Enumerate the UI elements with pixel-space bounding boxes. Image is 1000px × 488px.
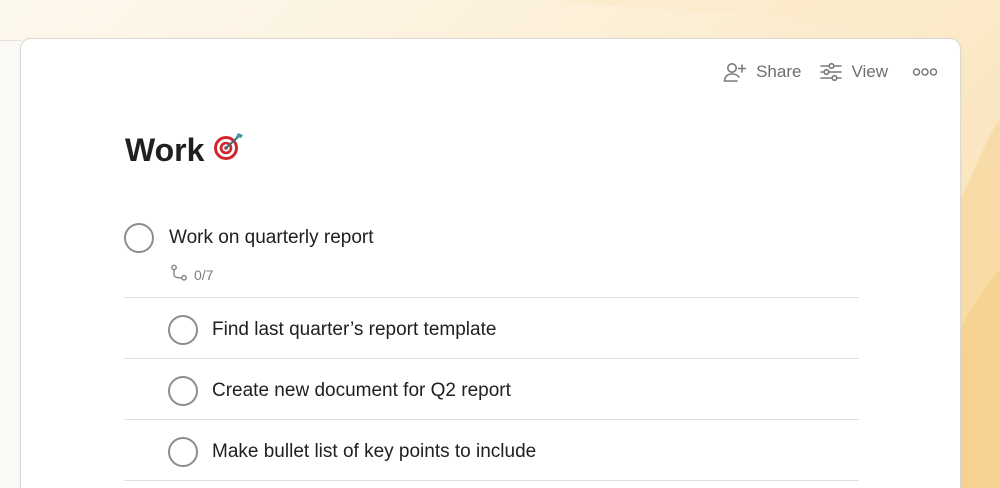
subtask-checkbox[interactable] (168, 315, 198, 345)
subtask-icon (170, 264, 188, 285)
subtask-checkbox[interactable] (168, 437, 198, 467)
more-icon (912, 66, 938, 78)
subtask-count[interactable]: 0/7 (170, 264, 213, 285)
target-emoji (212, 129, 246, 171)
view-button[interactable]: View (819, 61, 888, 83)
page-title: Work (125, 129, 246, 171)
task-divider (124, 419, 859, 420)
subtask-item[interactable]: Make bullet list of key points to includ… (168, 437, 536, 467)
subtask-item[interactable]: Create new document for Q2 report (168, 376, 511, 406)
task-divider (124, 358, 859, 359)
add-person-icon (722, 61, 748, 83)
subtask-label: Make bullet list of key points to includ… (212, 441, 537, 462)
task-divider (124, 480, 859, 481)
subtask-count-text: 0/7 (194, 266, 214, 283)
page-title-text: Work (125, 131, 205, 168)
share-label: Share (756, 62, 802, 81)
subtask-item[interactable]: Find last quarter’s report template (168, 315, 496, 345)
subtask-label: Create new document for Q2 report (212, 380, 511, 401)
task-checkbox[interactable] (124, 223, 154, 253)
task-divider (124, 297, 859, 298)
share-button[interactable]: Share (722, 61, 801, 83)
more-options-button[interactable] (906, 66, 938, 78)
task-label: Work on quarterly report (169, 227, 374, 248)
toolbar: Share View (722, 61, 938, 83)
task-item[interactable]: Work on quarterly report (124, 223, 374, 253)
view-label: View (851, 62, 888, 81)
task-view-panel: Share View Work Work on quarterly report… (20, 38, 961, 488)
subtask-checkbox[interactable] (168, 376, 198, 406)
subtask-label: Find last quarter’s report template (212, 319, 497, 340)
sidebar-edge (0, 40, 22, 488)
sliders-icon (819, 61, 843, 83)
